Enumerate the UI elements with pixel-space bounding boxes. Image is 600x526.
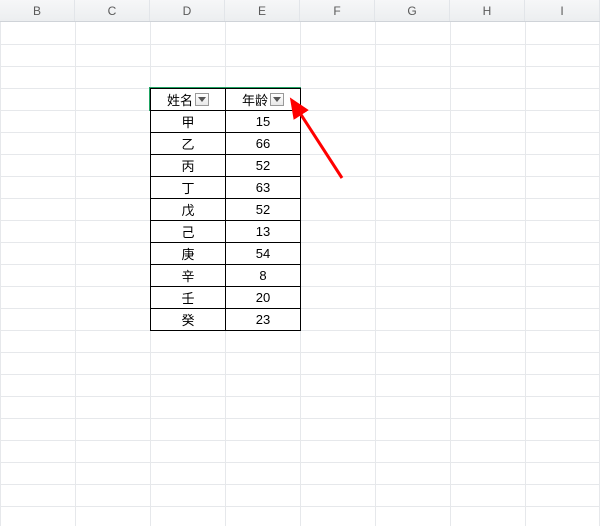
cell-name[interactable]: 癸: [151, 309, 226, 331]
table-row: 己 13: [151, 221, 301, 243]
table-row: 丙 52: [151, 155, 301, 177]
cell-age[interactable]: 63: [226, 177, 301, 199]
col-header[interactable]: I: [525, 0, 600, 21]
col-header[interactable]: B: [0, 0, 75, 21]
table-row: 辛 8: [151, 265, 301, 287]
cell-name[interactable]: 己: [151, 221, 226, 243]
table-row: 壬 20: [151, 287, 301, 309]
header-name-label: 姓名: [167, 90, 193, 109]
cell-name[interactable]: 丙: [151, 155, 226, 177]
table-row: 甲 15: [151, 111, 301, 133]
col-header[interactable]: E: [225, 0, 300, 21]
cell-name[interactable]: 乙: [151, 133, 226, 155]
col-header[interactable]: H: [450, 0, 525, 21]
cell-name[interactable]: 壬: [151, 287, 226, 309]
filter-button-name[interactable]: [195, 93, 209, 106]
cell-age[interactable]: 52: [226, 199, 301, 221]
table-row: 乙 66: [151, 133, 301, 155]
cell-age[interactable]: 23: [226, 309, 301, 331]
col-header[interactable]: D: [150, 0, 225, 21]
header-name-cell[interactable]: 姓名: [151, 89, 226, 111]
spreadsheet-grid[interactable]: 姓名 年龄: [0, 22, 600, 526]
cell-age[interactable]: 15: [226, 111, 301, 133]
cell-name[interactable]: 辛: [151, 265, 226, 287]
table-row: 戊 52: [151, 199, 301, 221]
table-row: 庚 54: [151, 243, 301, 265]
data-table: 姓名 年龄: [150, 88, 301, 331]
column-headers: B C D E F G H I: [0, 0, 600, 22]
cell-age[interactable]: 13: [226, 221, 301, 243]
chevron-down-icon: [198, 97, 206, 103]
header-age-label: 年龄: [242, 90, 268, 109]
cell-name[interactable]: 戊: [151, 199, 226, 221]
col-header[interactable]: C: [75, 0, 150, 21]
cell-name[interactable]: 庚: [151, 243, 226, 265]
cell-age[interactable]: 20: [226, 287, 301, 309]
col-header[interactable]: F: [300, 0, 375, 21]
filter-button-age[interactable]: [270, 93, 284, 106]
cell-age[interactable]: 66: [226, 133, 301, 155]
table-row: 丁 63: [151, 177, 301, 199]
cell-age[interactable]: 54: [226, 243, 301, 265]
cell-name[interactable]: 甲: [151, 111, 226, 133]
table-header-row: 姓名 年龄: [151, 89, 301, 111]
table-row: 癸 23: [151, 309, 301, 331]
col-header[interactable]: G: [375, 0, 450, 21]
cell-age[interactable]: 8: [226, 265, 301, 287]
cell-name[interactable]: 丁: [151, 177, 226, 199]
cell-age[interactable]: 52: [226, 155, 301, 177]
chevron-down-icon: [273, 97, 281, 103]
header-age-cell[interactable]: 年龄: [226, 89, 301, 111]
